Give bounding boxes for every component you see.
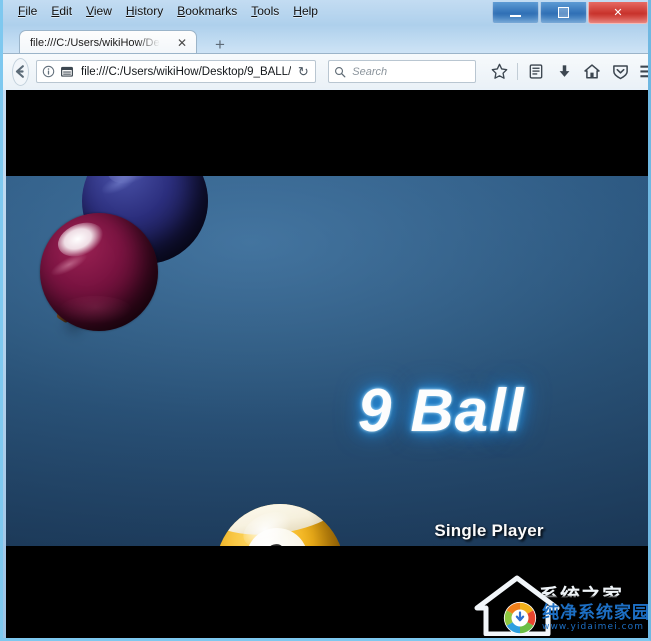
reader-view-icon[interactable] (60, 65, 74, 78)
game-main-menu: Single Player Multiplayer Controls Rules… (358, 516, 620, 546)
menu-item-edit[interactable]: Edit (44, 2, 79, 20)
downloads-icon[interactable] (551, 59, 577, 85)
library-icon[interactable] (523, 59, 549, 85)
minimize-icon (510, 14, 521, 17)
menu-item-tools[interactable]: Tools (244, 2, 286, 20)
menu-item-bookmarks[interactable]: Bookmarks (170, 2, 244, 20)
search-icon (334, 66, 346, 78)
maximize-button[interactable] (540, 2, 587, 24)
tab-active[interactable]: file:///C:/Users/wikiHow/Desktop ✕ (19, 30, 197, 55)
window-controls: ✕ (491, 2, 648, 24)
maximize-icon (558, 7, 569, 18)
watermark-badge: 纯净系统家园 www.yidaimei.com (503, 601, 650, 635)
game-canvas: 9 9Ball Single Player Multiplayer Contro… (6, 176, 648, 546)
game-title-nine: 9 (358, 377, 393, 444)
menu-item-view-accel: V (86, 4, 94, 18)
menu-item-edit-label: dit (59, 4, 73, 18)
menu-bar: File Edit View History Bookmarks Tools H… (3, 0, 325, 22)
menu-item-view-label: iew (93, 4, 112, 18)
menu-item-bookmarks-label: ookmarks (185, 4, 238, 18)
menu-item-history-accel: H (125, 4, 135, 18)
back-button[interactable] (12, 57, 29, 86)
close-icon: ✕ (613, 6, 623, 19)
menu-item-history-label: istory (134, 4, 164, 18)
browser-window: File Edit View History Bookmarks Tools H… (0, 0, 651, 641)
new-tab-button[interactable]: + (208, 34, 232, 54)
watermark-logo-icon (503, 601, 537, 635)
game-title: 9 Ball (358, 381, 626, 441)
watermark: 系统之家 纯净系统家园 www.yidaimei.com (465, 566, 650, 638)
maroon-ball (40, 213, 158, 331)
menu-hamburger-icon[interactable] (635, 59, 648, 85)
navigation-toolbar: file:///C:/Users/wikiHow/Desktop/9_BALL/… (3, 54, 648, 89)
search-bar[interactable]: Search (328, 60, 477, 83)
browser-chrome: File Edit View History Bookmarks Tools H… (3, 0, 648, 90)
page-viewport: 9 9Ball Single Player Multiplayer Contro… (6, 90, 650, 638)
watermark-text-group: 纯净系统家园 www.yidaimei.com (542, 602, 650, 633)
bookmark-star-icon[interactable] (486, 59, 512, 85)
toolbar-icon-group (486, 59, 648, 85)
toolbar-divider (517, 63, 519, 80)
search-placeholder: Search (352, 65, 388, 78)
letterbox-top (6, 90, 648, 176)
watermark-brand: 纯净系统家园 (542, 602, 650, 623)
url-text: file:///C:/Users/wikiHow/Desktop/9_BALL/ (81, 65, 292, 78)
menu-item-tools-label: ools (257, 4, 280, 18)
menu-item-help-label: elp (301, 4, 318, 18)
menu-single-player[interactable]: Single Player (358, 516, 620, 545)
tab-strip: file:///C:/Users/wikiHow/Desktop ✕ + (3, 26, 648, 55)
menu-item-file[interactable]: File (11, 2, 44, 20)
menu-item-view[interactable]: View (79, 2, 119, 20)
menu-item-help-accel: H (293, 4, 302, 18)
page-info-icon[interactable] (42, 65, 55, 78)
close-button[interactable]: ✕ (588, 2, 648, 24)
minimize-button[interactable] (492, 2, 539, 24)
menu-item-help[interactable]: Help (286, 2, 325, 20)
menu-item-file-label: ile (25, 4, 38, 18)
menu-item-history[interactable]: History (119, 2, 170, 20)
blue-ball-highlight-secondary (98, 176, 139, 199)
back-arrow-icon (15, 65, 24, 78)
tab-title: file:///C:/Users/wikiHow/Desktop (30, 37, 160, 49)
url-bar[interactable]: file:///C:/Users/wikiHow/Desktop/9_BALL/… (36, 60, 317, 83)
pocket-shield-icon[interactable] (607, 59, 633, 85)
maroon-ball-bounce-light (58, 295, 133, 324)
reload-button[interactable]: ↻ (291, 64, 315, 80)
home-icon[interactable] (579, 59, 605, 85)
game-title-ball: Ball (410, 377, 525, 444)
watermark-site: www.yidaimei.com (542, 621, 645, 632)
nine-ball: 9 (216, 504, 344, 546)
tab-close-icon[interactable]: ✕ (177, 37, 187, 49)
